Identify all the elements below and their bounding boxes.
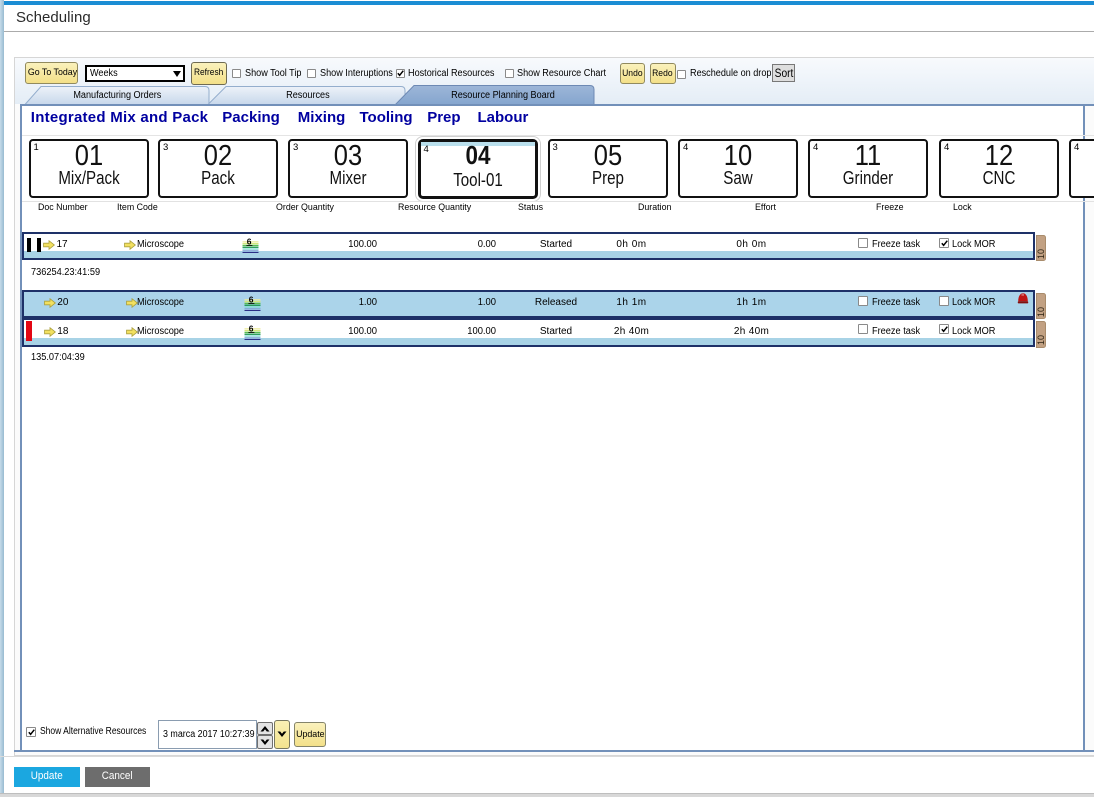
svg-text:6: 6 — [248, 324, 253, 333]
svg-text:6: 6 — [246, 237, 251, 246]
svg-text:6: 6 — [248, 295, 253, 304]
